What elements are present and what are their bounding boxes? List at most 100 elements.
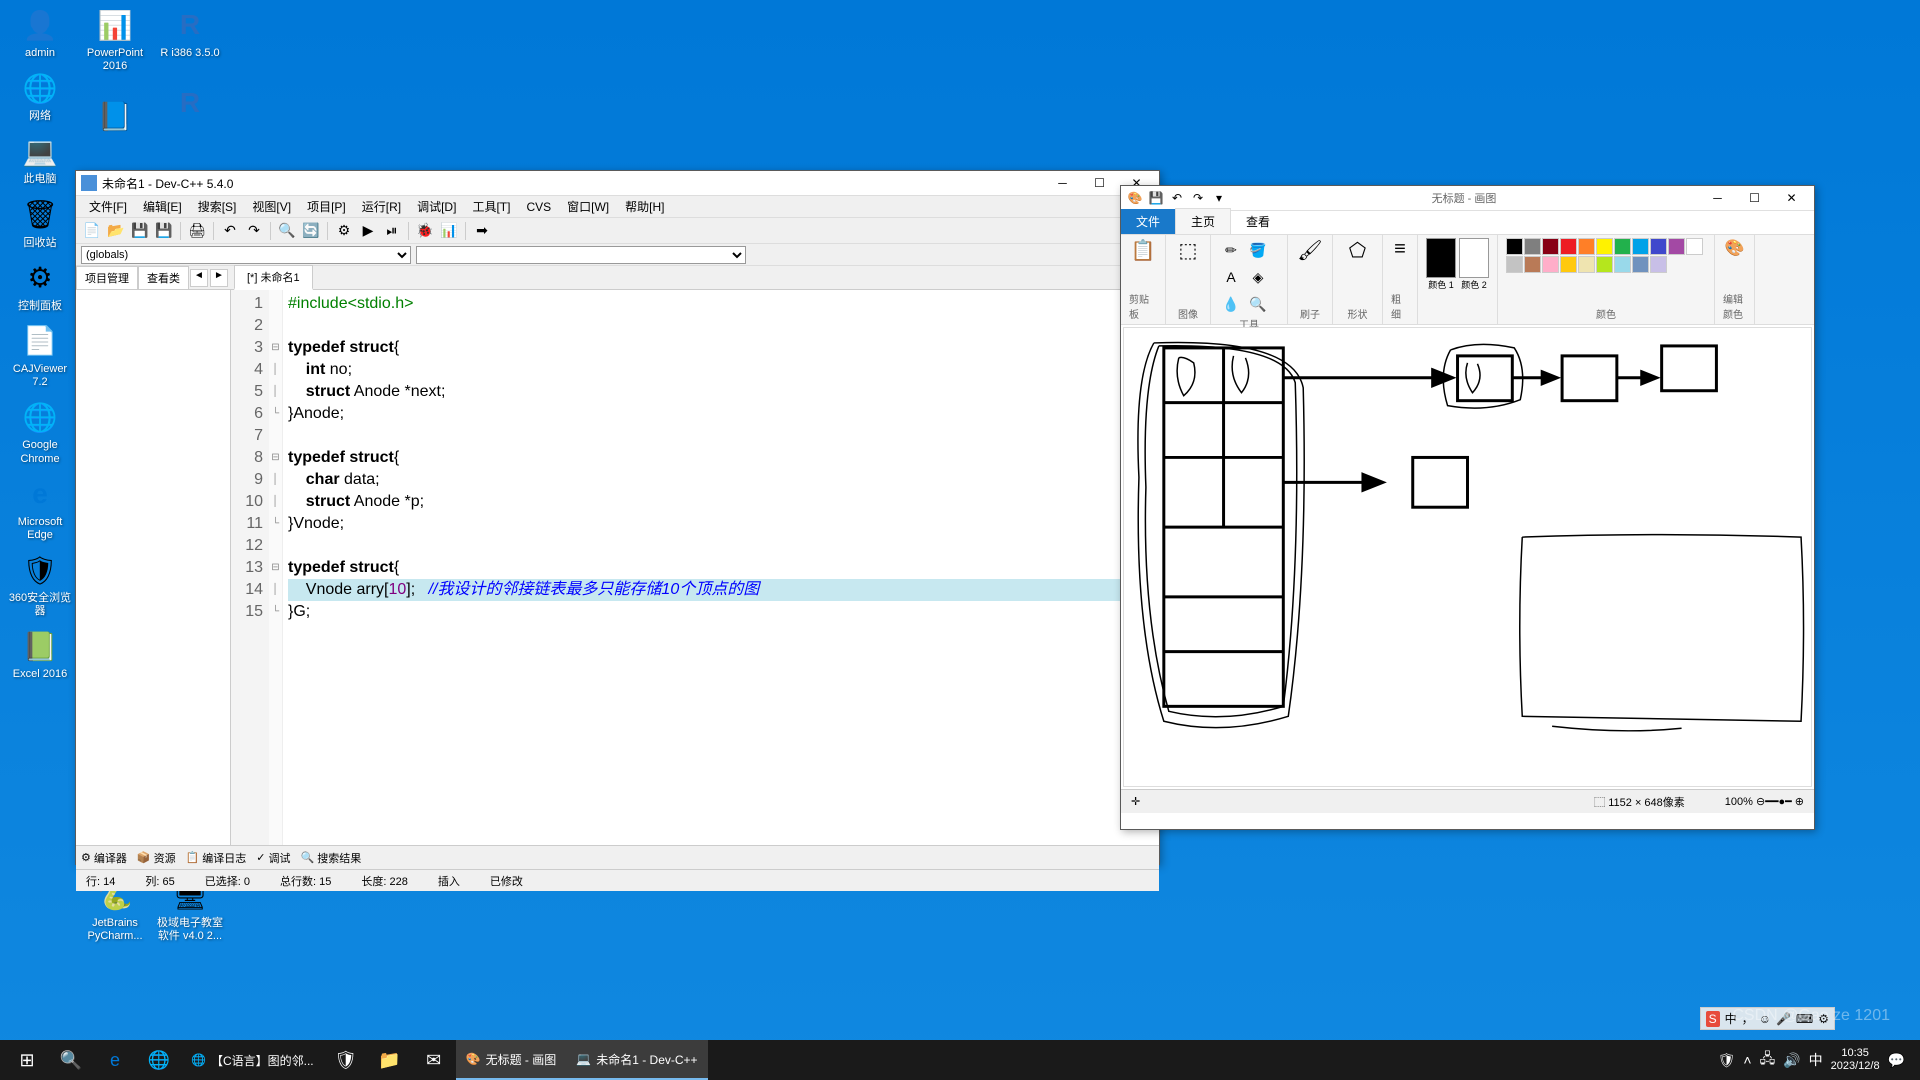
taskbar-edge-icon[interactable]: e	[93, 1040, 137, 1080]
undo-icon[interactable]: ↶	[1168, 189, 1186, 207]
maximize-button[interactable]: ☐	[1082, 173, 1117, 193]
menu-view[interactable]: 视图[V]	[244, 196, 299, 217]
notifications-icon[interactable]: 💬	[1888, 1052, 1905, 1069]
tray-shield-icon[interactable]: 🛡	[1718, 1052, 1736, 1069]
color1-swatch[interactable]	[1426, 238, 1456, 278]
devcpp-sidebar[interactable]	[76, 290, 231, 845]
menu-tools[interactable]: 工具[T]	[464, 196, 518, 217]
palette-color[interactable]	[1524, 238, 1541, 255]
tab-debug[interactable]: ✓调试	[256, 850, 290, 866]
size-icon[interactable]: ≡	[1394, 238, 1406, 261]
menu-help[interactable]: 帮助[H]	[617, 196, 672, 217]
menu-project[interactable]: 项目[P]	[299, 196, 354, 217]
eraser-tool-icon[interactable]: ◈	[1246, 265, 1270, 289]
select-icon[interactable]: ⬚	[1179, 238, 1198, 263]
find-icon[interactable]: 🔍	[276, 220, 298, 242]
taskbar-chrome-icon[interactable]: 🌐	[137, 1040, 181, 1080]
tab-search-results[interactable]: 🔍搜索结果	[301, 850, 362, 866]
tab-compile-log[interactable]: 📋编译日志	[186, 850, 247, 866]
tab-resources[interactable]: 📦资源	[137, 850, 176, 866]
devcpp-editor[interactable]: 123456789101112131415 ⊟││└⊟││└⊟│└ #inclu…	[231, 290, 1159, 845]
tab-compiler[interactable]: ⚙编译器	[81, 850, 127, 866]
undo-icon[interactable]: ↶	[219, 220, 241, 242]
paste-icon[interactable]: 📋	[1131, 238, 1156, 263]
fold-gutter[interactable]: ⊟││└⊟││└⊟│└	[269, 290, 283, 845]
save-icon[interactable]: 💾	[129, 220, 151, 242]
text-tool-icon[interactable]: A	[1219, 265, 1243, 289]
file-tab[interactable]: [*] 未命名1	[234, 265, 313, 290]
code-text-area[interactable]: #include<stdio.h>typedef struct{ int no;…	[283, 290, 1159, 845]
pencil-tool-icon[interactable]: ✏	[1219, 238, 1243, 262]
palette-color[interactable]	[1524, 256, 1541, 273]
minimize-button[interactable]: ─	[1045, 173, 1080, 193]
desktop-icon-admin[interactable]: 👤admin	[5, 5, 75, 60]
save-all-icon[interactable]: 💾	[153, 220, 175, 242]
tray-up-icon[interactable]: ˄	[1743, 1052, 1751, 1068]
taskbar-mail-icon[interactable]: ✉	[412, 1040, 456, 1080]
compile-run-icon[interactable]: ⏯	[381, 220, 403, 242]
taskbar-app-paint[interactable]: 🎨无标题 - 画图	[456, 1040, 567, 1080]
taskbar-app-devcpp[interactable]: 💻未命名1 - Dev-C++	[566, 1040, 707, 1080]
desktop-icon-edge[interactable]: eMicrosoft Edge	[5, 474, 75, 542]
picker-tool-icon[interactable]: 💧	[1219, 292, 1243, 316]
run-icon[interactable]: ▶	[357, 220, 379, 242]
palette-color[interactable]	[1650, 256, 1667, 273]
palette-color[interactable]	[1560, 256, 1577, 273]
palette-color[interactable]	[1650, 238, 1667, 255]
desktop-icon-recycle[interactable]: 🗑回收站	[5, 195, 75, 250]
shapes-icon[interactable]: ⬠	[1349, 238, 1366, 263]
zoom-in-icon[interactable]: ⊕	[1795, 796, 1804, 808]
menu-debug[interactable]: 调试[D]	[409, 196, 464, 217]
desktop-icon-word[interactable]: 📘	[80, 96, 150, 138]
tab-nav-left[interactable]: ◄	[190, 269, 208, 287]
new-file-icon[interactable]: 📄	[81, 220, 103, 242]
menu-run[interactable]: 运行[R]	[354, 196, 409, 217]
desktop-icon-network[interactable]: 🌐网络	[5, 68, 75, 123]
paint-tab-file[interactable]: 文件	[1121, 209, 1175, 234]
search-button[interactable]: 🔍	[49, 1040, 93, 1080]
tray-ime-icon[interactable]: 中	[1809, 1050, 1823, 1070]
desktop-icon-control-panel[interactable]: ⚙控制面板	[5, 258, 75, 313]
desktop-icon-powerpoint[interactable]: 📊PowerPoint 2016	[80, 5, 150, 73]
redo-icon[interactable]: ↷	[243, 220, 265, 242]
taskbar-360-icon[interactable]: 🛡	[324, 1040, 368, 1080]
paint-tab-home[interactable]: 主页	[1175, 208, 1231, 234]
desktop-icon-360browser[interactable]: 🛡360安全浏览器	[5, 550, 75, 618]
open-file-icon[interactable]: 📂	[105, 220, 127, 242]
menu-edit[interactable]: 编辑[E]	[135, 196, 190, 217]
taskbar-app-browser[interactable]: 🌐【C语言】图的邻...	[181, 1040, 324, 1080]
brushes-icon[interactable]: 🖌	[1297, 238, 1322, 263]
palette-color[interactable]	[1596, 256, 1613, 273]
save-icon[interactable]: 💾	[1147, 189, 1165, 207]
compile-icon[interactable]: ⚙	[333, 220, 355, 242]
paint-close-button[interactable]: ✕	[1774, 188, 1809, 208]
paint-maximize-button[interactable]: ☐	[1737, 188, 1772, 208]
taskbar-explorer-icon[interactable]: 📁	[368, 1040, 412, 1080]
menu-search[interactable]: 搜索[S]	[190, 196, 245, 217]
paint-tab-view[interactable]: 查看	[1231, 209, 1285, 234]
debug-icon[interactable]: 🐞	[414, 220, 436, 242]
desktop-icon-cajviewer[interactable]: 📄CAJViewer 7.2	[5, 321, 75, 389]
desktop-icon-thispc[interactable]: 💻此电脑	[5, 131, 75, 186]
desktop-icon-chrome[interactable]: 🌐Google Chrome	[5, 397, 75, 465]
palette-color[interactable]	[1542, 256, 1559, 273]
goto-icon[interactable]: ➡	[471, 220, 493, 242]
palette-color[interactable]	[1560, 238, 1577, 255]
paint-minimize-button[interactable]: ─	[1700, 188, 1735, 208]
scope-dropdown[interactable]: (globals)	[81, 246, 411, 264]
side-tab-project[interactable]: 项目管理	[76, 266, 138, 290]
member-dropdown[interactable]	[416, 246, 746, 264]
qat-dropdown-icon[interactable]: ▾	[1210, 189, 1228, 207]
menu-file[interactable]: 文件[F]	[81, 196, 135, 217]
palette-color[interactable]	[1596, 238, 1613, 255]
desktop-icon-r[interactable]: RR i386 3.5.0	[155, 5, 225, 60]
palette-color[interactable]	[1614, 256, 1631, 273]
edit-colors-icon[interactable]: 🎨	[1725, 238, 1745, 258]
replace-icon[interactable]: 🔄	[300, 220, 322, 242]
palette-color[interactable]	[1632, 256, 1649, 273]
start-button[interactable]: ⊞	[5, 1040, 49, 1080]
profile-icon[interactable]: 📊	[438, 220, 460, 242]
paint-canvas[interactable]	[1123, 327, 1812, 787]
desktop-icon-excel[interactable]: 📗Excel 2016	[5, 626, 75, 681]
redo-icon[interactable]: ↷	[1189, 189, 1207, 207]
